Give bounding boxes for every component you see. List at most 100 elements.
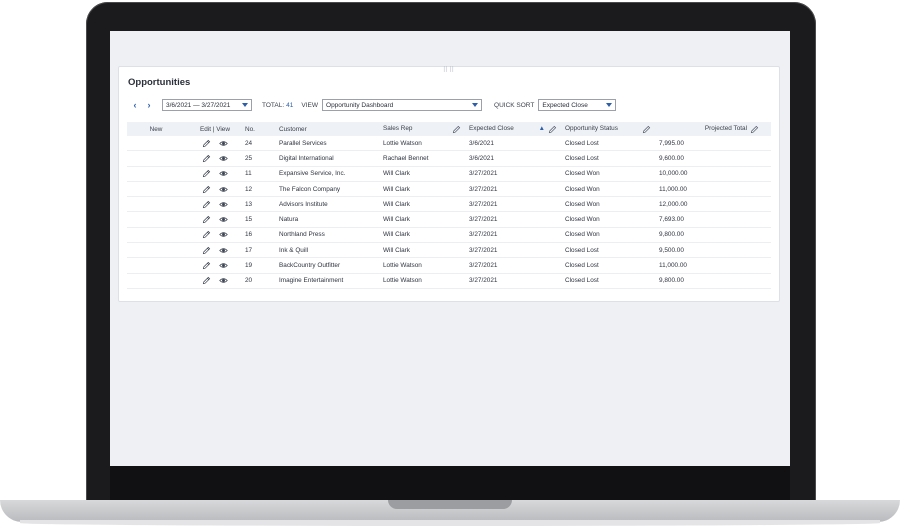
sales-rep-cell: Lottie Watson xyxy=(383,277,422,285)
pencil-icon[interactable] xyxy=(202,246,211,255)
eye-icon[interactable] xyxy=(219,154,228,163)
edit-view-cell xyxy=(185,230,245,239)
header-projected-total[interactable]: Projected Total xyxy=(659,125,769,134)
sales-rep-cell: Will Clark xyxy=(383,231,410,239)
customer-cell[interactable]: Advisors Institute xyxy=(279,201,383,208)
eye-icon[interactable] xyxy=(219,215,228,224)
table-row: 12 The Falcon Company Will Clark 3/27/20… xyxy=(127,182,771,198)
no-cell: 15 xyxy=(245,216,253,224)
laptop-shadow xyxy=(20,520,880,526)
header-status-label: Opportunity Status xyxy=(565,124,618,132)
status-cell: Closed Won xyxy=(565,216,600,224)
expected-close-cell: 3/6/2021 xyxy=(469,154,494,162)
opportunities-portlet: ⠿⠿ Opportunities ‹ › 3/6/2021 — 3/27/202… xyxy=(118,66,780,302)
expected-close-cell: 3/27/2021 xyxy=(469,277,498,285)
filter-bar: ‹ › 3/6/2021 — 3/27/2021 TOTAL: 41 VIEW O… xyxy=(128,98,617,112)
customer-cell[interactable]: Natura xyxy=(279,216,383,223)
edit-view-cell xyxy=(185,215,245,224)
customer-cell[interactable]: Ink & Quill xyxy=(279,247,383,254)
expected-close-cell: 3/6/2021 xyxy=(469,139,494,147)
projected-total-cell: 9,800.00 xyxy=(659,231,684,239)
edit-view-cell xyxy=(185,169,245,178)
view-select[interactable]: Opportunity Dashboard xyxy=(322,99,483,111)
quick-sort-select[interactable]: Expected Close xyxy=(538,99,617,111)
pencil-icon[interactable] xyxy=(750,125,759,134)
customer-cell[interactable]: The Falcon Company xyxy=(279,186,383,193)
eye-icon[interactable] xyxy=(219,139,228,148)
total-value: 41 xyxy=(286,101,294,109)
pencil-icon[interactable] xyxy=(202,215,211,224)
edit-view-cell xyxy=(185,200,245,209)
total-label-text: TOTAL: xyxy=(262,101,285,109)
pencil-icon[interactable] xyxy=(202,169,211,178)
edit-view-cell xyxy=(185,261,245,270)
status-cell: Closed Lost xyxy=(565,154,599,162)
pencil-icon[interactable] xyxy=(202,139,211,148)
no-cell: 20 xyxy=(245,277,253,285)
no-cell: 19 xyxy=(245,262,253,270)
pencil-icon[interactable] xyxy=(548,125,557,134)
pencil-icon[interactable] xyxy=(452,125,461,134)
header-no[interactable]: No. xyxy=(245,126,279,133)
eye-icon[interactable] xyxy=(219,200,228,209)
sales-rep-cell: Will Clark xyxy=(383,170,410,178)
pencil-icon[interactable] xyxy=(202,154,211,163)
sales-rep-cell: Will Clark xyxy=(383,185,410,193)
expected-close-cell: 3/27/2021 xyxy=(469,170,498,178)
header-sales-rep[interactable]: Sales Rep xyxy=(383,125,469,134)
customer-cell[interactable]: Northland Press xyxy=(279,231,383,238)
status-cell: Closed Won xyxy=(565,185,600,193)
chevron-left-icon[interactable]: ‹ xyxy=(128,100,142,110)
sort-ascending-icon[interactable]: ▲ xyxy=(539,125,545,134)
customer-cell[interactable]: Digital International xyxy=(279,155,383,162)
eye-icon[interactable] xyxy=(219,185,228,194)
expected-close-cell: 3/27/2021 xyxy=(469,200,498,208)
sales-rep-cell: Rachael Bennet xyxy=(383,154,429,162)
quick-sort-value: Expected Close xyxy=(542,101,588,109)
pencil-icon[interactable] xyxy=(202,185,211,194)
eye-icon[interactable] xyxy=(219,261,228,270)
header-projected-total-label: Projected Total xyxy=(704,124,747,132)
eye-icon[interactable] xyxy=(219,169,228,178)
sales-rep-cell: Will Clark xyxy=(383,200,410,208)
pencil-icon[interactable] xyxy=(202,200,211,209)
projected-total-cell: 9,600.00 xyxy=(659,154,684,162)
table-row: 11 Expansive Service, Inc. Will Clark 3/… xyxy=(127,167,771,182)
customer-cell[interactable]: Expansive Service, Inc. xyxy=(279,170,383,177)
pencil-icon[interactable] xyxy=(202,261,211,270)
projected-total-cell: 7,995.00 xyxy=(659,139,684,147)
customer-cell[interactable]: Parallel Services xyxy=(279,140,383,147)
header-customer[interactable]: Customer xyxy=(279,126,383,133)
sales-rep-cell: Will Clark xyxy=(383,246,410,254)
status-cell: Closed Lost xyxy=(565,246,599,254)
quick-sort-label: QUICK SORT xyxy=(494,101,535,109)
no-cell: 16 xyxy=(245,231,253,239)
sales-rep-cell: Lottie Watson xyxy=(383,262,422,270)
header-new[interactable]: New xyxy=(127,126,185,133)
drag-handle-icon[interactable]: ⠿⠿ xyxy=(119,66,779,74)
header-status[interactable]: Opportunity Status xyxy=(565,125,659,134)
no-cell: 17 xyxy=(245,246,253,254)
eye-icon[interactable] xyxy=(219,246,228,255)
date-range-select[interactable]: 3/6/2021 — 3/27/2021 xyxy=(162,99,252,111)
table-row: 13 Advisors Institute Will Clark 3/27/20… xyxy=(127,197,771,213)
pencil-icon[interactable] xyxy=(202,230,211,239)
eye-icon[interactable] xyxy=(219,230,228,239)
opportunities-table: New Edit | View No. Customer Sales Rep E… xyxy=(127,122,771,289)
status-cell: Closed Won xyxy=(565,170,600,178)
expected-close-cell: 3/27/2021 xyxy=(469,216,498,224)
chevron-right-icon[interactable]: › xyxy=(142,100,156,110)
chevron-down-icon xyxy=(472,103,479,107)
eye-icon[interactable] xyxy=(219,276,228,285)
header-expected-close[interactable]: Expected Close ▲ xyxy=(469,125,565,134)
edit-view-cell xyxy=(185,276,245,285)
total-label: TOTAL: 41 xyxy=(262,102,293,109)
no-cell: 25 xyxy=(245,154,253,162)
customer-cell[interactable]: Imagine Entertainment xyxy=(279,277,383,284)
expected-close-cell: 3/27/2021 xyxy=(469,246,498,254)
laptop-notch xyxy=(388,500,512,509)
date-range-value: 3/6/2021 — 3/27/2021 xyxy=(166,101,231,109)
customer-cell[interactable]: BackCountry Outfitter xyxy=(279,262,383,269)
pencil-icon[interactable] xyxy=(202,276,211,285)
pencil-icon[interactable] xyxy=(642,125,651,134)
